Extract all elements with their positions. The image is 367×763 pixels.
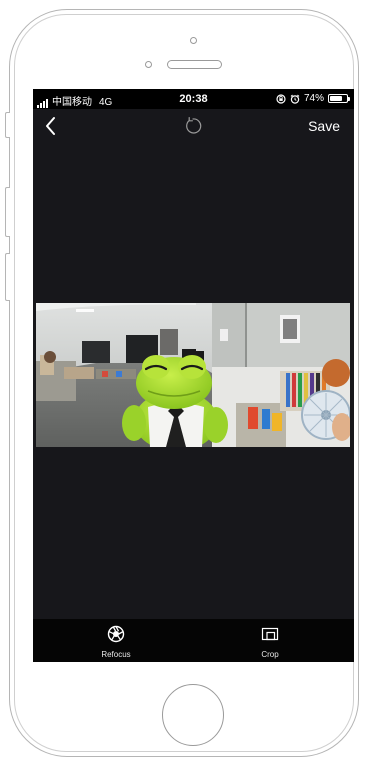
rotate-button[interactable] bbox=[183, 116, 203, 136]
crop-label: Crop bbox=[261, 650, 279, 659]
battery-percent: 74% bbox=[303, 93, 324, 104]
refocus-label: Refocus bbox=[101, 650, 131, 659]
aperture-icon bbox=[107, 625, 125, 643]
refocus-button[interactable]: Refocus bbox=[81, 625, 151, 659]
screen: 中国移动 4G 20:38 74% Save Refocus Crop bbox=[33, 89, 354, 662]
rotation-lock-icon bbox=[276, 93, 286, 104]
chevron-left-icon bbox=[46, 117, 55, 135]
volume-down-button bbox=[5, 253, 10, 301]
alarm-icon bbox=[290, 94, 300, 104]
crop-button[interactable]: Crop bbox=[235, 625, 305, 659]
rotate-icon bbox=[186, 117, 202, 134]
photo-image bbox=[36, 303, 350, 447]
volume-up-button bbox=[5, 187, 10, 237]
edit-toolbar: Refocus Crop bbox=[33, 619, 354, 662]
status-bar: 中国移动 4G 20:38 74% bbox=[33, 89, 354, 109]
proximity-sensor bbox=[145, 61, 152, 68]
frog-plush-photo bbox=[36, 303, 350, 447]
battery-fill bbox=[330, 96, 342, 101]
earpiece-speaker bbox=[167, 60, 222, 69]
save-button[interactable]: Save bbox=[308, 118, 340, 134]
battery-icon bbox=[328, 94, 350, 103]
home-button bbox=[162, 684, 224, 746]
status-right: 74% bbox=[276, 93, 350, 104]
crop-icon bbox=[261, 627, 279, 641]
nav-bar: Save bbox=[33, 109, 354, 143]
device-frame: 中国移动 4G 20:38 74% Save Refocus Crop bbox=[0, 0, 367, 763]
mute-switch bbox=[5, 112, 10, 138]
front-camera bbox=[190, 37, 197, 44]
back-button[interactable] bbox=[39, 114, 63, 138]
